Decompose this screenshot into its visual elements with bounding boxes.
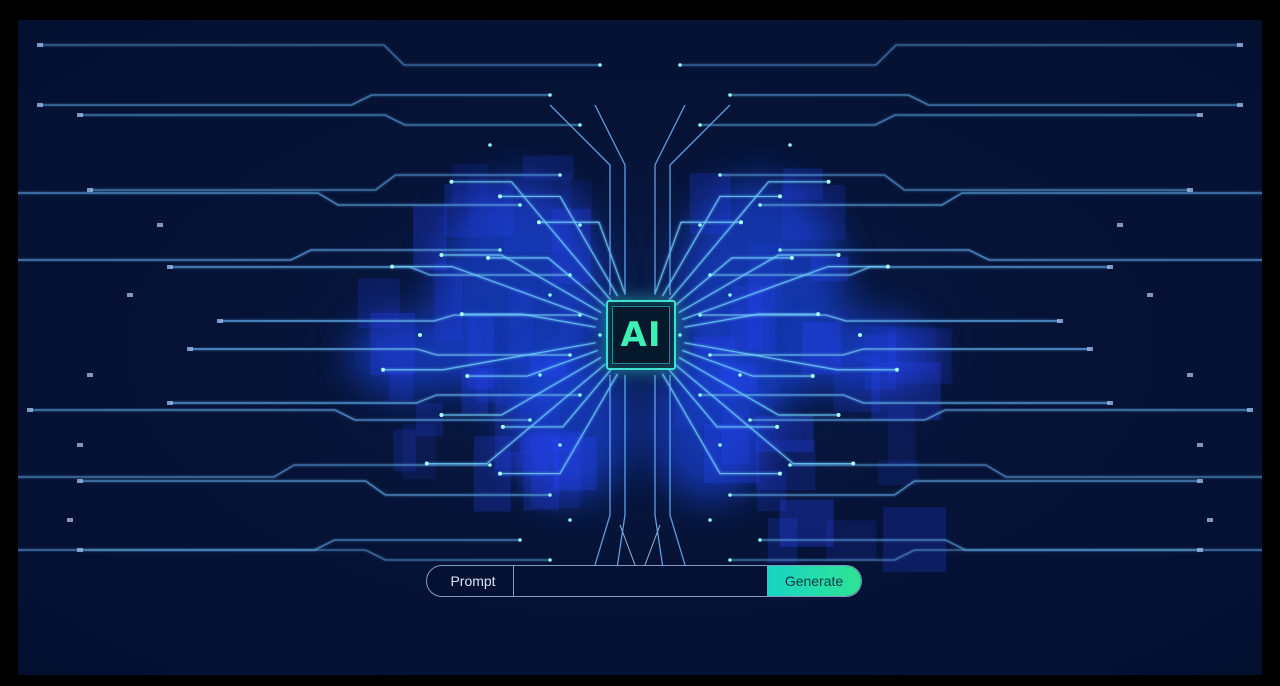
ai-chip-icon: AI — [606, 300, 676, 370]
chip-core: AI — [612, 306, 670, 364]
prompt-label: Prompt — [427, 566, 514, 596]
image-frame: AI Prompt Generate — [0, 0, 1280, 686]
generate-button[interactable]: Generate — [767, 566, 861, 596]
ai-illustration: AI Prompt Generate — [18, 20, 1262, 675]
chip-label: AI — [620, 315, 662, 355]
prompt-input[interactable] — [514, 566, 767, 596]
prompt-bar: Prompt Generate — [426, 565, 862, 597]
